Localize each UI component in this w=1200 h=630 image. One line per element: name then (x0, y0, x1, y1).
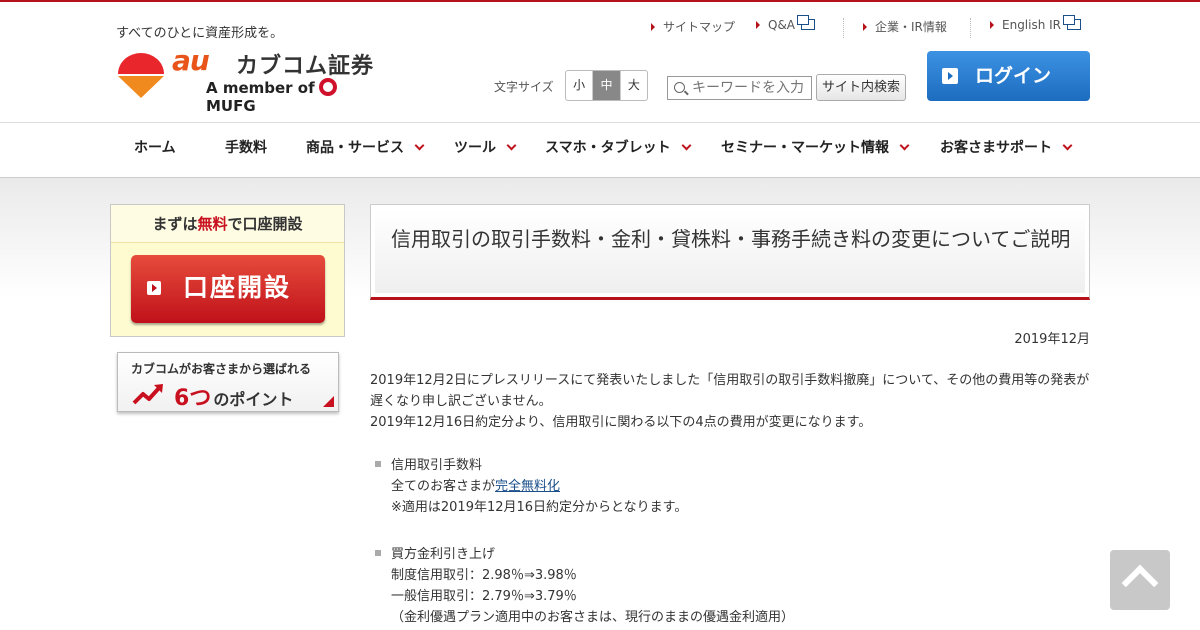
trend-up-arrow-icon (132, 384, 163, 405)
search-input[interactable] (692, 79, 810, 97)
corner-triangle-icon (323, 396, 334, 407)
nav-item-seminar[interactable]: セミナー・マーケット情報 (721, 123, 910, 177)
util-link-english-ir[interactable]: English IR (990, 15, 1082, 32)
logo-au: au (172, 44, 210, 77)
font-size-large[interactable]: 大 (619, 71, 647, 100)
article-intro: 2019年12月2日にプレスリリースにて発表いたしました「信用取引の取引手数料撤… (370, 370, 1092, 433)
triangle-right-icon (651, 23, 655, 31)
article-date: 2019年12月 (1014, 332, 1090, 347)
list-item: 買方金利引き上げ 制度信用取引：2.98％⇒3.98％ 一般信用取引：2.79％… (370, 544, 1092, 628)
font-size-small[interactable]: 小 (566, 71, 592, 100)
nav-item-tools[interactable]: ツール (454, 123, 517, 177)
play-icon (942, 68, 958, 84)
chevron-up-icon (1121, 564, 1159, 602)
font-size-switcher: 小 中 大 (565, 70, 648, 101)
list-item-heading: 信用取引手数料 (391, 458, 483, 473)
util-separator (970, 18, 971, 38)
chevron-down-icon (681, 140, 692, 151)
chevron-down-icon (414, 140, 425, 151)
logo-member: A member ofMUFG (206, 78, 386, 115)
triangle-right-icon (863, 23, 867, 31)
util-separator (843, 18, 844, 38)
external-window-icon (1063, 15, 1082, 30)
logo-member-prefix: A member of (206, 79, 315, 97)
site-search-button[interactable]: サイト内検索 (816, 74, 906, 101)
triangle-right-icon (756, 21, 760, 29)
open-account-box: まずは無料で口座開設 口座開設 (110, 204, 345, 337)
intro-paragraph: 2019年12月2日にプレスリリースにて発表いたしました「信用取引の取引手数料撤… (370, 373, 1090, 409)
chevron-down-icon (899, 140, 910, 151)
square-bullet-icon (375, 550, 381, 556)
square-bullet-icon (375, 461, 381, 467)
page-title: 信用取引の取引手数料・金利・貸株料・事務手続き料の変更についてご説明 (391, 227, 1071, 251)
logo-mufg: MUFG (206, 97, 256, 115)
list-item-heading: 買方金利引き上げ (391, 547, 496, 562)
nav-item-home[interactable]: ホーム (134, 123, 176, 177)
logo-brand: カブコム証券 (236, 54, 375, 79)
open-account-button[interactable]: 口座開設 (131, 255, 325, 323)
points-banner-caption: カブコムがお客さまから選ばれる (131, 362, 312, 376)
page-top-button[interactable] (1110, 550, 1170, 610)
login-label: ログイン (975, 65, 1052, 87)
triangle-right-icon (990, 21, 994, 29)
open-account-heading: まずは無料で口座開設 (111, 205, 344, 243)
nav-item-fees[interactable]: 手数料 (225, 123, 267, 177)
six-points-banner[interactable]: カブコムがお客さまから選ばれる 6つ のポイント (117, 352, 339, 412)
font-size-label: 文字サイズ (494, 80, 554, 94)
global-nav: ホーム 手数料 商品・サービス ツール スマホ・タブレット セミナー・マーケット… (0, 122, 1200, 178)
search-icon (674, 82, 685, 93)
search-box (667, 76, 812, 100)
external-window-icon (797, 15, 816, 30)
mufg-mark-icon (318, 78, 337, 96)
util-link-ir[interactable]: 企業・IR情報 (863, 18, 947, 35)
list-item: 信用取引手数料 全てのお客さまが完全無料化 ※適用は2019年12月16日約定分… (370, 455, 1092, 518)
points-banner-title: 6つ のポイント (174, 386, 294, 411)
play-icon (147, 281, 161, 295)
nav-item-mobile[interactable]: スマホ・タブレット (545, 123, 692, 177)
util-link-qa[interactable]: Q&A (756, 15, 816, 32)
article-title-box: 信用取引の取引手数料・金利・貸株料・事務手続き料の変更についてご説明 (370, 204, 1090, 300)
nav-item-support[interactable]: お客さまサポート (940, 123, 1073, 177)
util-link-sitemap[interactable]: サイトマップ (651, 18, 735, 35)
site-logo[interactable]: au カブコム証券 A member ofMUFG (116, 44, 386, 115)
site-header: すべてのひとに資産形成を。 au カブコム証券 A member ofMUFG … (0, 2, 1200, 122)
chevron-down-icon (1062, 140, 1073, 151)
chevron-down-icon (506, 140, 517, 151)
tagline: すべてのひとに資産形成を。 (116, 26, 284, 41)
font-size-medium[interactable]: 中 (592, 71, 620, 100)
login-button[interactable]: ログイン (927, 51, 1090, 101)
nav-item-products[interactable]: 商品・サービス (306, 123, 425, 177)
fee-free-link[interactable]: 完全無料化 (495, 479, 560, 494)
intro-paragraph: 2019年12月16日約定分より、信用取引に関わる以下の4点の費用が変更になりま… (370, 415, 872, 430)
kabucom-emblem-icon (118, 53, 164, 98)
